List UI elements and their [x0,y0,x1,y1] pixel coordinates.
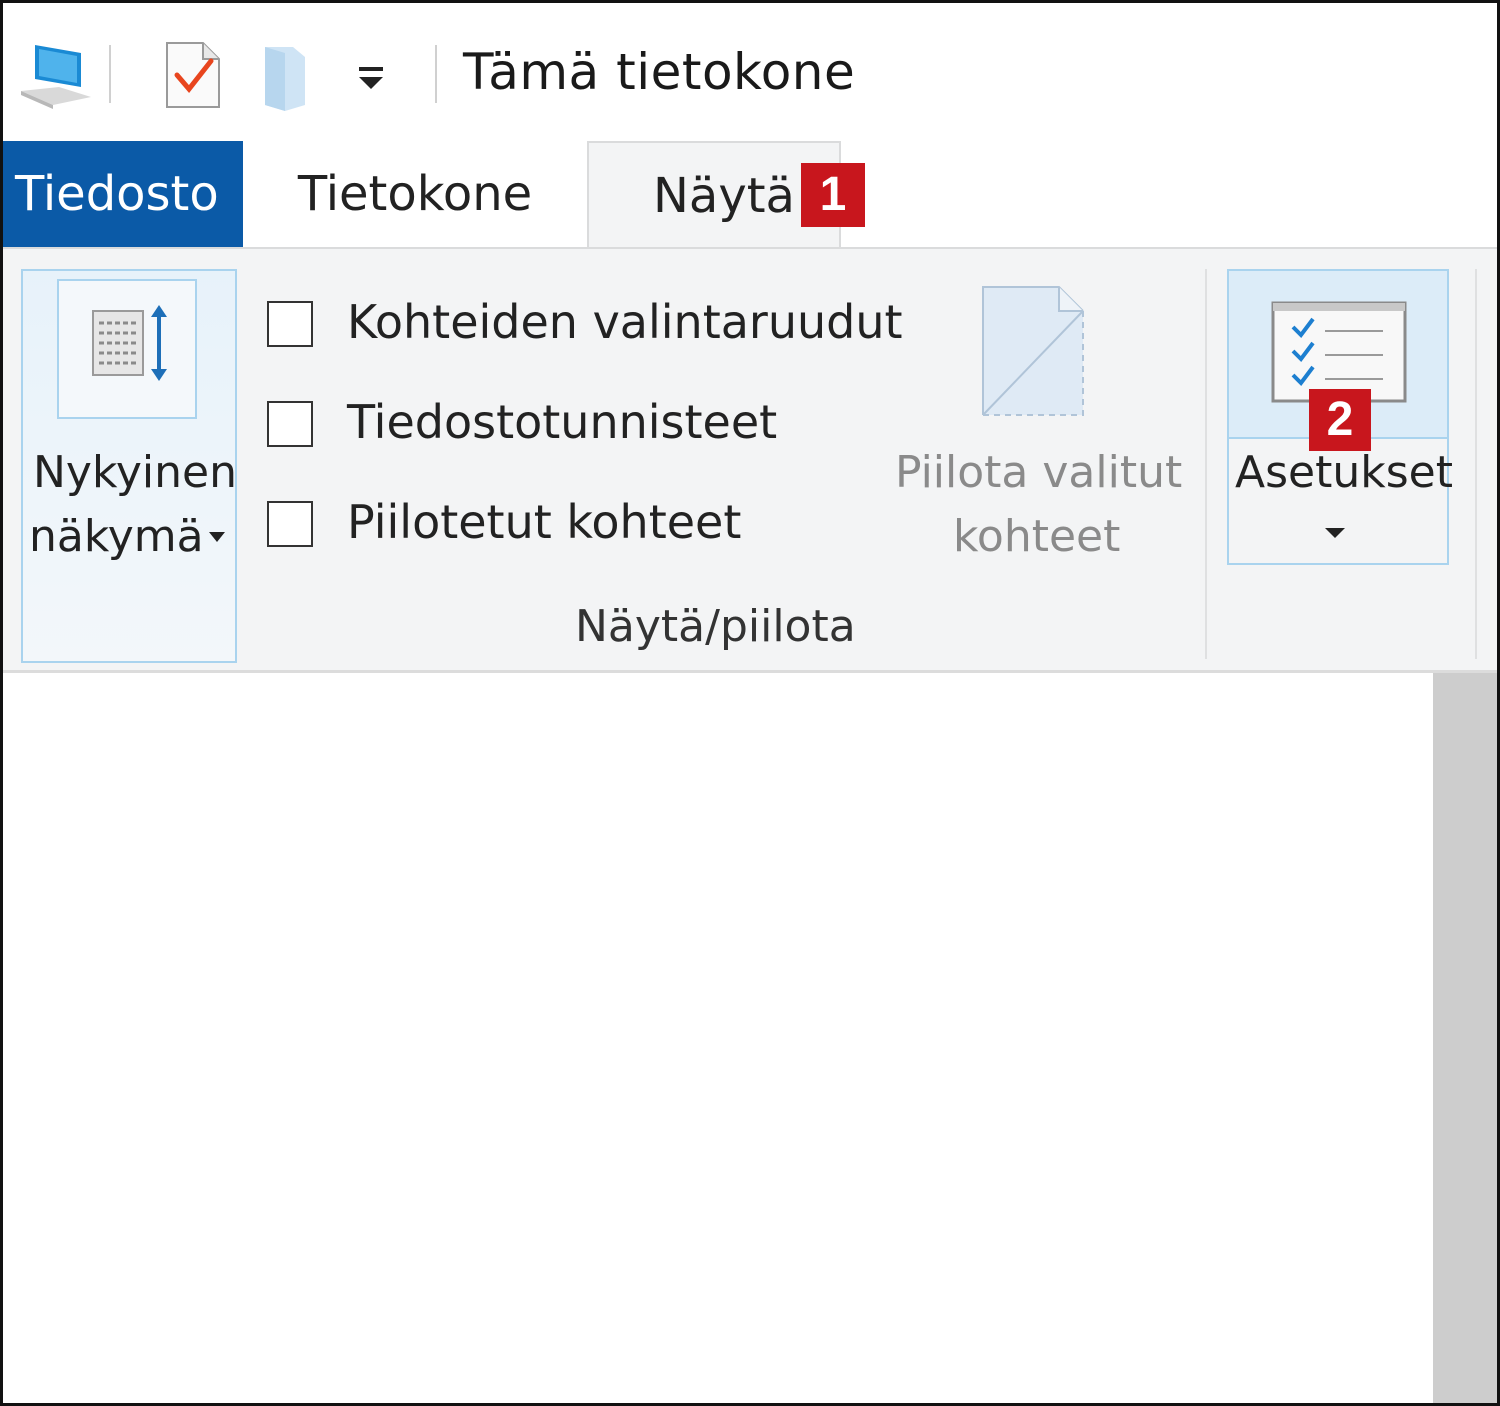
window-title: Tämä tietokone [463,43,856,101]
explorer-window: Tämä tietokone Tiedosto Tietokone Näytä … [0,0,1500,1406]
item-checkboxes-checkbox[interactable] [267,301,313,347]
current-view-label-line1: Nykyinen [33,447,237,498]
item-checkboxes-label: Kohteiden valintaruudut [347,295,903,349]
hide-selected-label-line2: kohteet [953,511,1121,562]
vertical-scrollbar[interactable] [1433,673,1497,1403]
hidden-items-checkbox[interactable] [267,501,313,547]
file-extensions-label: Tiedostotunnisteet [347,395,778,449]
tab-file[interactable]: Tiedosto [3,141,243,247]
step-badge-2: 2 [1309,389,1371,451]
current-view-label-line2: näkymä [29,511,204,562]
ribbon-panel: Nykyinen näkymä Kohteiden valintaruudut … [3,247,1497,673]
options-dropdown-icon [1323,525,1347,544]
title-separator [435,45,437,103]
current-view-button[interactable]: Nykyinen näkymä [21,269,237,663]
new-folder-icon[interactable] [259,43,313,117]
hide-selected-label-line1: Piilota valitut [895,447,1183,498]
customize-arrow-icon[interactable] [355,63,389,97]
quick-access-separator [109,45,111,103]
show-hide-group-label: Näytä/piilota [575,601,856,652]
hidden-items-label: Piilotetut kohteet [347,495,742,549]
computer-icon[interactable] [15,39,95,115]
ribbon-group-separator [1205,269,1207,659]
options-label: Asetukset [1235,447,1453,498]
current-view-dropdown-icon [207,529,227,548]
file-list-area[interactable] [3,673,1433,1403]
properties-icon[interactable] [163,39,223,115]
title-bar: Tämä tietokone [3,3,1497,141]
hide-page-icon [977,283,1089,423]
ribbon-end-separator [1475,269,1477,659]
current-view-icon [57,279,197,419]
tab-view-label: Näytä [653,168,795,224]
hide-selected-button: Piilota valitut kohteet [883,269,1183,579]
file-extensions-checkbox[interactable] [267,401,313,447]
tab-computer[interactable]: Tietokone [243,141,587,247]
step-badge-1: 1 [801,163,865,227]
